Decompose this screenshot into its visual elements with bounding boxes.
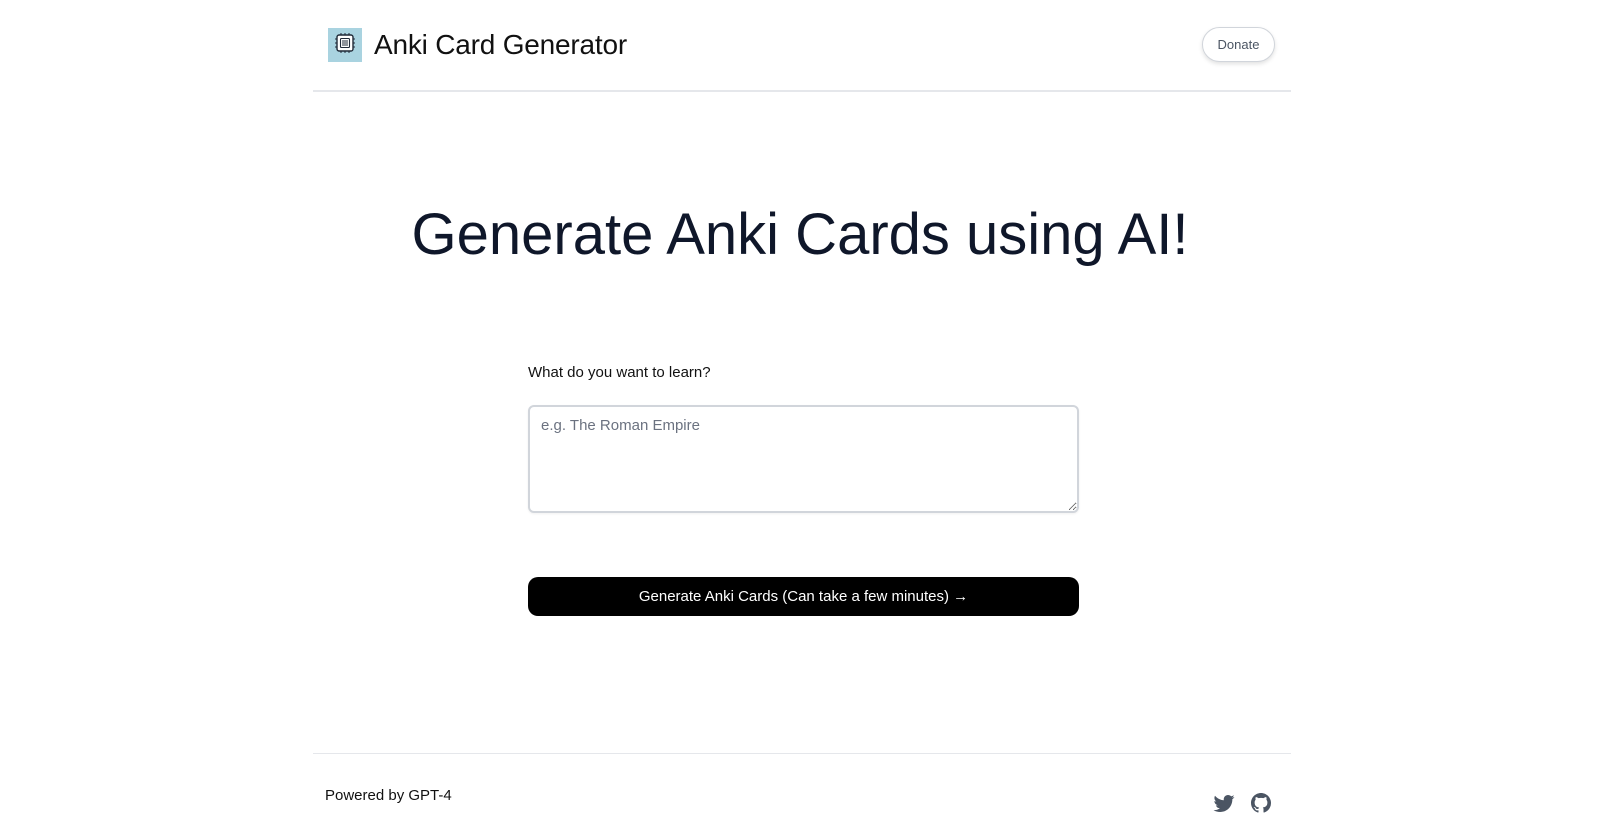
- circuit-brain-icon: [334, 32, 356, 59]
- github-icon[interactable]: [1249, 791, 1273, 815]
- site-header: Anki Card Generator Donate: [313, 0, 1291, 92]
- generate-cards-button[interactable]: Generate Anki Cards (Can take a few minu…: [528, 577, 1079, 616]
- site-footer: Powered by GPT-4: [313, 753, 1291, 835]
- twitter-icon[interactable]: [1212, 791, 1236, 815]
- topic-prompt-label: What do you want to learn?: [528, 364, 711, 381]
- topic-input[interactable]: [528, 405, 1079, 513]
- app-title[interactable]: Anki Card Generator: [374, 27, 627, 63]
- powered-by-text: Powered by GPT-4: [325, 787, 452, 804]
- logo[interactable]: [328, 28, 362, 62]
- donate-button[interactable]: Donate: [1202, 27, 1275, 62]
- page-headline: Generate Anki Cards using AI!: [411, 202, 1189, 267]
